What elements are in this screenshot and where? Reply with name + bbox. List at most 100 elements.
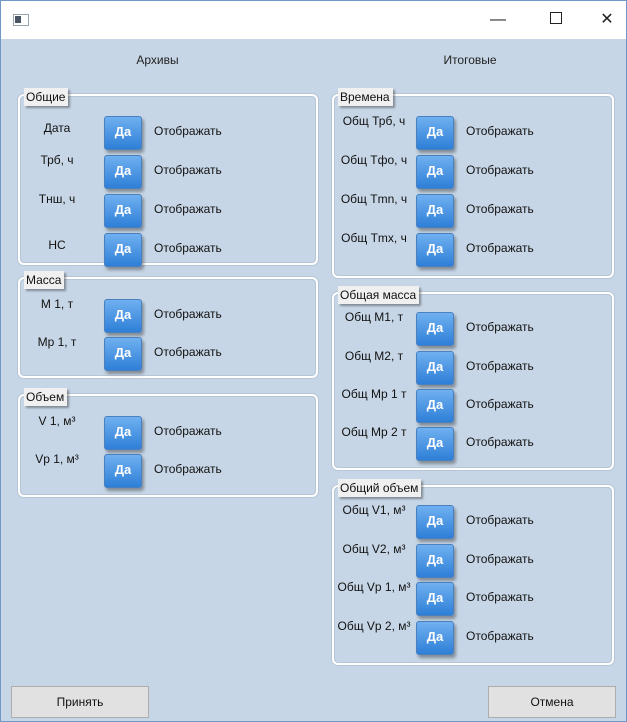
row-value: Отображать [154,307,222,321]
toggle-total-vp1-button[interactable]: Да [416,582,454,616]
row-value: Отображать [466,241,534,255]
row-total-vp2: Общ Vp 2, м³ Да Отображать [334,617,612,655]
row-total-mr2: Общ Мр 2 т Да Отображать [334,423,612,461]
row-value: Отображать [466,163,534,177]
group-mass: Масса М 1, т Да Отображать Мр 1, т Да От… [18,271,318,378]
row-ns: НС Да Отображать [20,229,316,267]
row-value: Отображать [466,397,534,411]
row-v1: V 1, м³ Да Отображать [20,412,316,450]
row-total-vp1: Общ Vp 1, м³ Да Отображать [334,578,612,616]
toggle-total-mr2-button[interactable]: Да [416,427,454,461]
group-total-volume: Общий объем Общ V1, м³ Да Отображать Общ… [332,479,614,665]
toggle-mr1-button[interactable]: Да [104,337,142,371]
row-value: Отображать [466,320,534,334]
group-volume: Объем V 1, м³ Да Отображать Vp 1, м³ Да … [18,388,318,497]
settings-window: — ✕ Архивы Итоговые Общие Дата Да Отобра… [0,0,627,722]
row-total-mr1: Общ Мр 1 т Да Отображать [334,385,612,423]
toggle-total-m2-button[interactable]: Да [416,351,454,385]
row-label: Общ Мр 1 т [341,387,407,401]
row-label: Общ V1, м³ [342,503,406,517]
group-general: Общие Дата Да Отображать Трб, ч Да Отобр… [18,88,318,267]
row-total-tfo: Общ Тфо, ч Да Отображать [334,151,612,189]
row-date: Дата Да Отображать [20,112,316,150]
maximize-icon [550,12,562,25]
client-area: Архивы Итоговые Общие Дата Да Отображать… [1,39,626,721]
row-value: Отображать [154,202,222,216]
toggle-m1-button[interactable]: Да [104,299,142,333]
row-total-m2: Общ М2, т Да Отображать [334,347,612,385]
close-button[interactable]: ✕ [584,1,627,39]
row-value: Отображать [466,629,534,643]
group-title: Общая масса [338,286,420,304]
group-title: Масса [24,271,65,289]
toggle-v1-button[interactable]: Да [104,416,142,450]
group-title: Общие [24,88,69,106]
toggle-total-tfo-button[interactable]: Да [416,155,454,189]
row-label: Мр 1, т [37,335,77,349]
group-title: Объем [24,388,68,406]
row-value: Отображать [466,552,534,566]
row-value: Отображать [154,163,222,177]
toggle-vp1-button[interactable]: Да [104,454,142,488]
row-label: Общ V2, м³ [342,542,406,556]
title-bar: — ✕ [1,1,626,39]
row-tnsh: Тнш, ч Да Отображать [20,190,316,228]
row-label: НС [48,238,66,252]
row-value: Отображать [154,241,222,255]
row-value: Отображать [154,124,222,138]
toggle-trb-button[interactable]: Да [104,155,142,189]
row-label: Vp 1, м³ [35,452,79,466]
row-label: М 1, т [40,297,74,311]
accept-button[interactable]: Принять [11,686,149,718]
row-total-m1: Общ М1, т Да Отображать [334,308,612,346]
window-icon [13,14,29,26]
row-label: Тнш, ч [38,192,76,206]
toggle-ns-button[interactable]: Да [104,233,142,267]
close-icon: ✕ [600,11,614,28]
row-label: Общ Tmx, ч [341,231,407,245]
row-value: Отображать [466,590,534,604]
row-vp1: Vp 1, м³ Да Отображать [20,450,316,488]
row-label: Общ Трб, ч [342,114,406,128]
row-trb: Трб, ч Да Отображать [20,151,316,189]
row-value: Отображать [154,424,222,438]
minimize-icon: — [490,11,506,28]
cancel-button[interactable]: Отмена [488,686,616,718]
row-label: Общ М1, т [344,310,404,324]
row-value: Отображать [466,513,534,527]
minimize-button[interactable]: — [475,1,521,39]
row-label: Общ Vp 2, м³ [337,619,411,633]
toggle-total-v1-button[interactable]: Да [416,505,454,539]
toggle-total-m1-button[interactable]: Да [416,312,454,346]
row-value: Отображать [466,202,534,216]
toggle-total-tmn-button[interactable]: Да [416,194,454,228]
toggle-date-button[interactable]: Да [104,116,142,150]
group-title: Времена [338,88,393,106]
row-value: Отображать [466,124,534,138]
totals-heading: Итоговые [443,53,497,67]
row-total-v1: Общ V1, м³ Да Отображать [334,501,612,539]
row-value: Отображать [154,345,222,359]
toggle-total-mr1-button[interactable]: Да [416,389,454,423]
row-value: Отображать [154,462,222,476]
row-value: Отображать [466,435,534,449]
row-label: V 1, м³ [38,414,76,428]
group-times: Времена Общ Трб, ч Да Отображать Общ Тфо… [332,88,614,278]
toggle-total-vp2-button[interactable]: Да [416,621,454,655]
group-title: Общий объем [338,479,422,497]
row-label: Дата [43,121,71,135]
group-total-mass: Общая масса Общ М1, т Да Отображать Общ … [332,286,614,470]
row-label: Трб, ч [40,153,74,167]
toggle-total-trb-button[interactable]: Да [416,116,454,150]
row-value: Отображать [466,359,534,373]
maximize-button[interactable] [533,1,579,39]
row-total-v2: Общ V2, м³ Да Отображать [334,540,612,578]
toggle-total-tmx-button[interactable]: Да [416,233,454,267]
toggle-total-v2-button[interactable]: Да [416,544,454,578]
row-label: Общ Vp 1, м³ [337,580,411,594]
row-label: Общ М2, т [344,349,404,363]
row-total-tmx: Общ Tmx, ч Да Отображать [334,229,612,267]
toggle-tnsh-button[interactable]: Да [104,194,142,228]
row-m1: М 1, т Да Отображать [20,295,316,333]
row-mr1: Мр 1, т Да Отображать [20,333,316,371]
